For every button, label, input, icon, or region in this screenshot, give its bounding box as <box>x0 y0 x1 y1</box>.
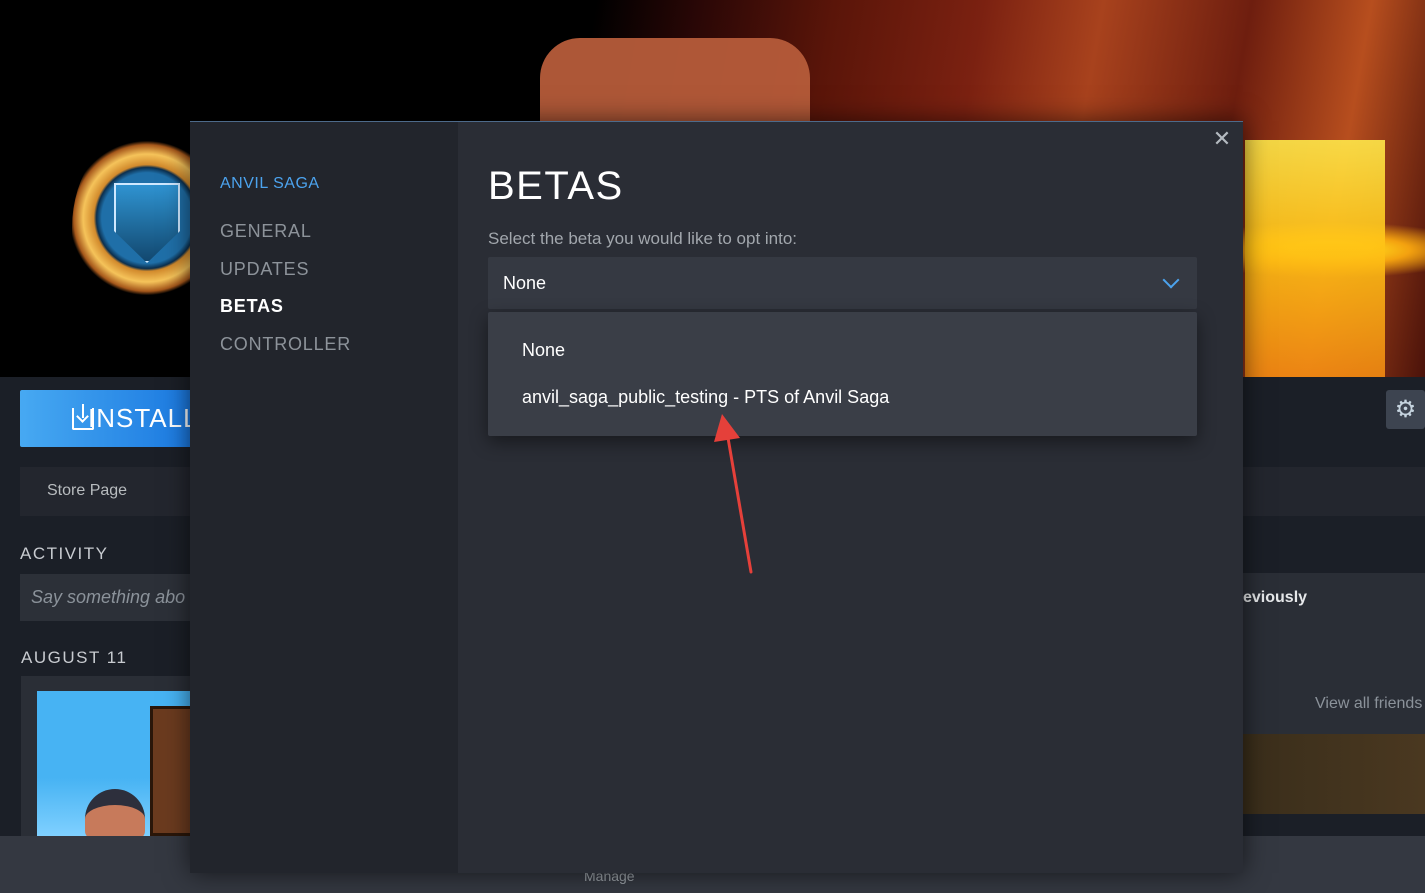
gear-icon: ⚙ <box>1394 396 1417 423</box>
settings-gear-button[interactable]: ⚙ <box>1386 390 1425 429</box>
sidebar-item-betas[interactable]: BETAS <box>220 296 284 317</box>
beta-option-none[interactable]: None <box>522 340 565 361</box>
activity-heading: ACTIVITY <box>20 544 109 563</box>
chevron-down-icon <box>1162 271 1180 289</box>
news-thumbnail <box>37 691 210 839</box>
news-card[interactable] <box>21 676 210 846</box>
beta-dropdown-menu: None anvil_saga_public_testing - PTS of … <box>488 312 1197 436</box>
close-button[interactable]: ✕ <box>1211 128 1233 150</box>
friends-panel: eviously View all friends <box>1243 573 1425 734</box>
news-thumbnail-character <box>85 789 145 839</box>
sidebar-game-name: ANVIL SAGA <box>220 175 320 192</box>
dialog-sidebar: ANVIL SAGA GENERAL UPDATES BETAS CONTROL… <box>190 122 458 873</box>
right-panel-strip <box>1243 734 1425 814</box>
game-logo-shield <box>114 183 180 263</box>
hero-art-fire <box>1245 140 1385 377</box>
beta-option-public-testing[interactable]: anvil_saga_public_testing - PTS of Anvil… <box>522 387 889 408</box>
properties-dialog: ANVIL SAGA GENERAL UPDATES BETAS CONTROL… <box>190 121 1243 873</box>
sidebar-item-general[interactable]: GENERAL <box>220 221 312 242</box>
store-page-link[interactable]: Store Page <box>47 482 127 500</box>
date-heading: AUGUST 11 <box>21 648 128 667</box>
page-title: BETAS <box>488 164 624 208</box>
download-icon <box>72 404 94 430</box>
install-button[interactable]: INSTALL <box>20 390 198 447</box>
view-all-friends-link[interactable]: View all friends <box>1315 695 1422 713</box>
hero-art-mug <box>540 38 810 123</box>
close-icon: ✕ <box>1212 126 1232 151</box>
sidebar-item-updates[interactable]: UPDATES <box>220 259 309 280</box>
beta-select-dropdown[interactable]: None <box>488 257 1197 309</box>
beta-select-label: Select the beta you would like to opt in… <box>488 229 798 248</box>
install-button-label: INSTALL <box>88 403 199 433</box>
sidebar-item-controller[interactable]: CONTROLLER <box>220 334 351 355</box>
beta-select-value: None <box>503 273 547 293</box>
friends-previously-text: eviously <box>1243 589 1308 606</box>
